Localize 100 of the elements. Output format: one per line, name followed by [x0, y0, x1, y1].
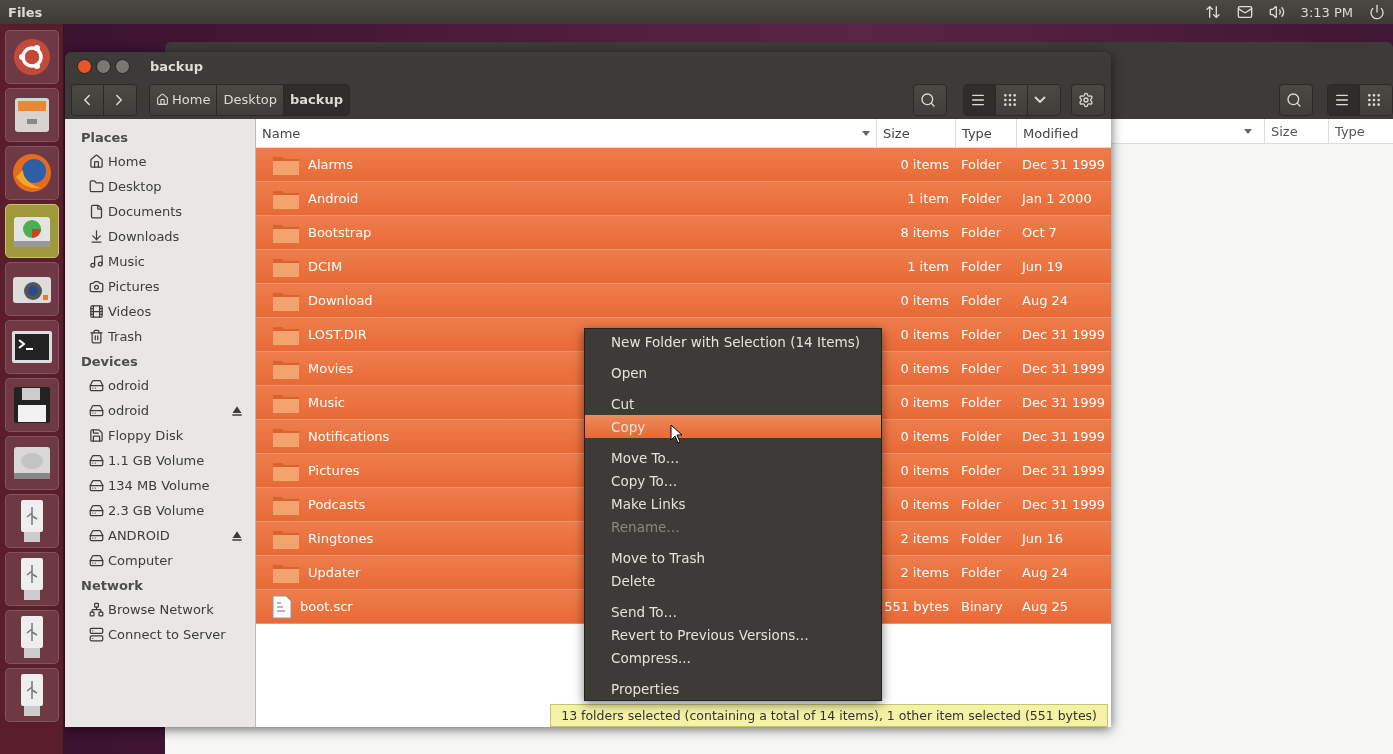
file-type: Folder: [960, 361, 1003, 376]
drive-icon: [89, 553, 104, 568]
terminal-icon[interactable]: [10, 329, 53, 365]
sidebar-item[interactable]: 2.3 GB Volume: [65, 498, 255, 523]
path-button[interactable]: Desktop: [217, 84, 284, 115]
sidebar-item[interactable]: Trash: [65, 324, 255, 349]
menu-item[interactable]: Send To…: [585, 600, 881, 623]
usb-stick-icon[interactable]: [18, 557, 45, 601]
drive-icon: [89, 478, 104, 493]
list-view-button[interactable]: [964, 84, 996, 115]
menu-item[interactable]: Properties: [585, 677, 881, 700]
file-name: Updater: [308, 565, 361, 580]
grid-view-button[interactable]: [996, 84, 1028, 115]
sidebar-item[interactable]: Computer: [65, 548, 255, 573]
path-button[interactable]: Home: [150, 84, 218, 115]
mouse-pointer-icon: [670, 424, 684, 444]
menu-item[interactable]: Delete: [585, 569, 881, 592]
file-type: Folder: [960, 259, 1003, 274]
sidebar-item[interactable]: Desktop: [65, 174, 255, 199]
sidebar-item[interactable]: 1.1 GB Volume: [65, 448, 255, 473]
file-name: Pictures: [308, 463, 360, 478]
music-note-icon: [89, 254, 104, 269]
sidebar-item[interactable]: Videos: [65, 299, 255, 324]
sidebar-item[interactable]: Browse Network: [65, 597, 255, 622]
file-size: 0 items: [899, 361, 950, 376]
sidebar-item[interactable]: Pictures: [65, 274, 255, 299]
grid-view-button[interactable]: [1360, 84, 1392, 115]
menu-item[interactable]: Compress...: [585, 646, 881, 669]
usb-stick-icon[interactable]: [18, 673, 45, 717]
column-header[interactable]: Size: [876, 119, 955, 147]
sidebar-item[interactable]: Home: [65, 149, 255, 174]
menu-item[interactable]: Move to Trash: [585, 546, 881, 569]
power-icon[interactable]: [1369, 4, 1385, 20]
file-type: Binary: [960, 599, 1004, 614]
path-button[interactable]: backup: [284, 84, 349, 115]
column-header[interactable]: Type: [1328, 119, 1393, 143]
sidebar-item[interactable]: Documents: [65, 199, 255, 224]
drive-icon: [89, 453, 104, 468]
file-modified: Aug 24: [1021, 565, 1070, 580]
ubuntu-logo-icon: [12, 38, 51, 76]
network-icon: [89, 602, 104, 617]
file-type: Folder: [960, 327, 1003, 342]
file-modified: Dec 31 1999: [1021, 429, 1107, 444]
sidebar-item[interactable]: 134 MB Volume: [65, 473, 255, 498]
sidebar-item[interactable]: Downloads: [65, 224, 255, 249]
usb-stick-icon[interactable]: [18, 615, 45, 659]
file-type: Folder: [960, 429, 1003, 444]
file-size: 2 items: [899, 531, 950, 546]
launcher-item[interactable]: [4, 204, 59, 258]
menu-item[interactable]: Revert to Previous Versions…: [585, 623, 881, 646]
column-header[interactable]: Modified: [1016, 119, 1111, 147]
menu-item[interactable]: Move To…: [585, 446, 881, 469]
globe-fox-icon[interactable]: [10, 152, 53, 194]
usb-stick-icon[interactable]: [18, 499, 45, 543]
search-button[interactable]: [913, 83, 947, 116]
network-arrows-icon[interactable]: [1204, 4, 1221, 20]
file-modified: Dec 31 1999: [1021, 361, 1107, 376]
home-icon: [156, 93, 169, 106]
menu-item[interactable]: Cut: [585, 392, 881, 415]
column-header[interactable]: Name: [256, 119, 876, 147]
file-name: Music: [308, 395, 345, 410]
back-button[interactable]: [72, 84, 104, 115]
search-icon: [1286, 91, 1302, 108]
list-view-button[interactable]: [1328, 84, 1360, 115]
menu-item[interactable]: Open: [585, 361, 881, 384]
mail-icon[interactable]: [1236, 4, 1253, 20]
file-name: Android: [308, 191, 359, 206]
file-modified: Jun 16: [1020, 531, 1064, 546]
drive-icon: [89, 403, 104, 418]
volume-icon[interactable]: [1268, 4, 1285, 20]
column-header[interactable]: Type: [955, 119, 1016, 147]
file-size: 0 items: [899, 395, 950, 410]
file-modified: Aug 25: [1021, 599, 1070, 614]
sidebar-item[interactable]: ANDROID: [65, 523, 255, 548]
search-button[interactable]: [1279, 83, 1313, 116]
file-size: 1 item: [906, 259, 950, 274]
file-modified: Dec 31 1999: [1021, 497, 1107, 512]
clock[interactable]: 3:13 PM: [1300, 4, 1353, 20]
document-icon: [89, 204, 104, 219]
close-button[interactable]: [77, 58, 92, 74]
file-type: Folder: [960, 225, 1003, 240]
maximize-button[interactable]: [115, 58, 130, 74]
sidebar-item[interactable]: Floppy Disk: [65, 423, 255, 448]
sidebar-heading: Places: [80, 128, 130, 147]
sidebar-item[interactable]: Connect to Server: [65, 622, 255, 647]
forward-button[interactable]: [104, 84, 136, 115]
menu-item[interactable]: New Folder with Selection (14 Items): [585, 330, 881, 353]
menu-item[interactable]: Make Links: [585, 492, 881, 515]
sidebar-item[interactable]: Music: [65, 249, 255, 274]
grid-icon: [1366, 91, 1382, 108]
sidebar-item[interactable]: odroid: [65, 373, 255, 398]
column-header[interactable]: Size: [1264, 119, 1328, 143]
file-size: 0 items: [899, 293, 950, 308]
view-options-button[interactable]: [1028, 84, 1060, 115]
minimize-button[interactable]: [96, 58, 111, 74]
file-size: 0 items: [899, 497, 950, 512]
sidebar-item[interactable]: odroid: [65, 398, 255, 423]
file-type: Folder: [960, 497, 1003, 512]
camera-icon: [89, 279, 104, 294]
settings-button[interactable]: [1071, 83, 1105, 116]
